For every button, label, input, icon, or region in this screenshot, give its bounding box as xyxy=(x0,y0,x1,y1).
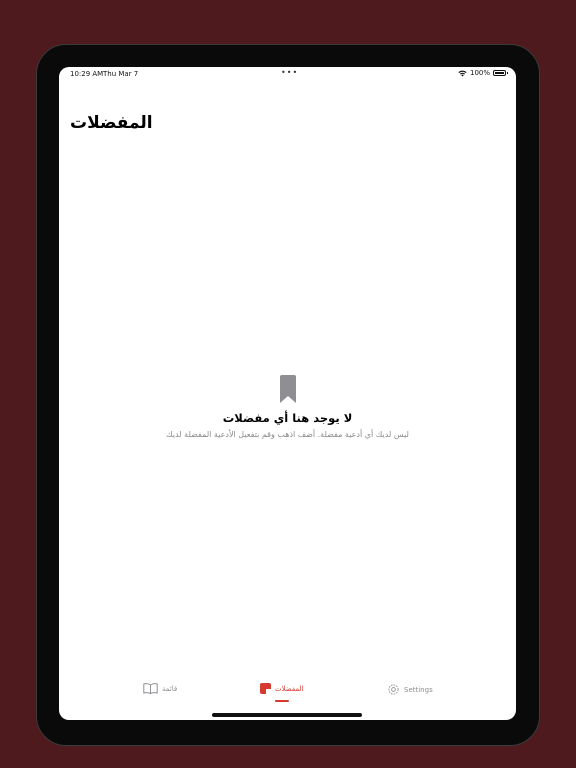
empty-state-subtitle: ليس لديك أي أدعية مفضلة. أضف اذهب وقم بت… xyxy=(166,430,409,439)
home-indicator[interactable] xyxy=(212,713,362,717)
book-icon xyxy=(143,683,158,694)
empty-state: لا يوجد هنا أي مفضلات ليس لديك أي أدعية … xyxy=(59,375,516,439)
active-tab-indicator xyxy=(275,700,289,702)
bookmark-icon xyxy=(260,683,271,694)
wifi-icon xyxy=(458,70,467,76)
tab-list[interactable]: قائمة xyxy=(143,683,177,694)
bookmark-icon xyxy=(279,375,296,403)
multitasking-dots-icon[interactable]: ••• xyxy=(281,68,298,77)
status-bar: 10:29 AM Thu Mar 7 ••• 100% xyxy=(59,67,516,81)
tab-favorites[interactable]: المفضلات xyxy=(260,683,304,694)
tab-settings-label: Settings xyxy=(404,685,433,694)
gear-icon xyxy=(388,684,399,695)
status-time: 10:29 AM xyxy=(70,70,104,78)
status-indicators: 100% xyxy=(458,69,508,77)
battery-icon xyxy=(493,70,508,76)
tab-bar: قائمة المفضلات Settings xyxy=(59,679,516,703)
empty-state-title: لا يوجد هنا أي مفضلات xyxy=(222,411,353,425)
app-screen: 10:29 AM Thu Mar 7 ••• 100% المفضلات لا … xyxy=(59,67,516,720)
page-title: المفضلات xyxy=(70,113,153,133)
tab-list-label: قائمة xyxy=(162,684,178,693)
tab-settings[interactable]: Settings xyxy=(387,683,433,696)
tab-favorites-label: المفضلات xyxy=(275,684,304,693)
battery-percent: 100% xyxy=(469,69,490,77)
status-date: Thu Mar 7 xyxy=(103,70,139,78)
